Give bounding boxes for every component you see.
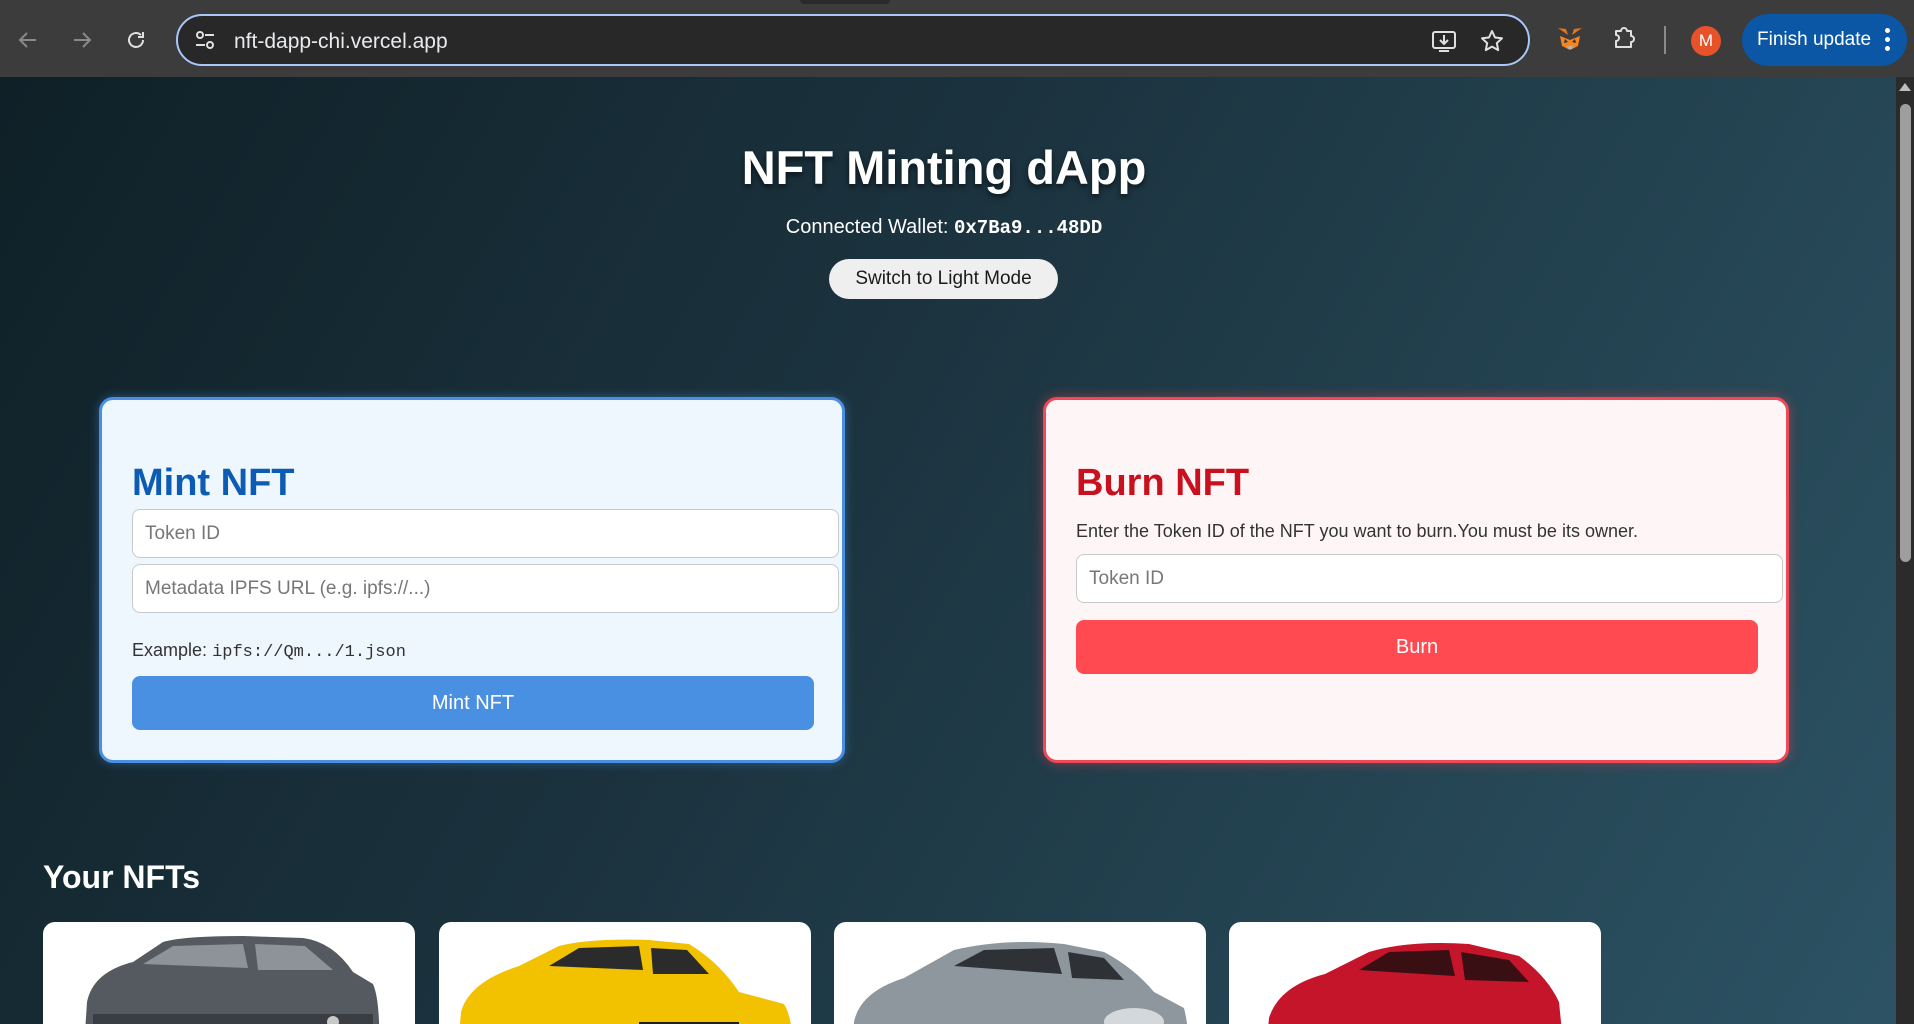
url-text[interactable]: nft-dapp-chi.vercel.app bbox=[234, 30, 448, 54]
nft-card[interactable] bbox=[834, 922, 1206, 1024]
burn-description: Enter the Token ID of the NFT you want t… bbox=[1076, 521, 1638, 541]
yellow-sports-suv-car-image bbox=[460, 939, 791, 1024]
scrollbar-thumb[interactable] bbox=[1900, 104, 1911, 562]
back-icon[interactable] bbox=[8, 20, 48, 60]
nft-card[interactable] bbox=[1229, 922, 1601, 1024]
wallet-label: Connected Wallet: bbox=[785, 216, 949, 238]
metadata-example: Example: ipfs://Qm.../1.json bbox=[132, 640, 406, 662]
burn-button[interactable]: Burn bbox=[1076, 620, 1758, 674]
extensions-puzzle-icon[interactable] bbox=[1608, 22, 1640, 54]
site-info-icon[interactable] bbox=[192, 27, 218, 53]
forward-icon[interactable] bbox=[62, 20, 102, 60]
wallet-address: 0x7Ba9...48DD bbox=[954, 217, 1103, 239]
example-value: ipfs://Qm.../1.json bbox=[212, 643, 406, 662]
browser-toolbar: nft-dapp-chi.vercel.app M Finish update bbox=[0, 0, 1914, 77]
mint-nft-card: Mint NFT Example: ipfs://Qm.../1.json Mi… bbox=[99, 397, 845, 763]
address-bar[interactable]: nft-dapp-chi.vercel.app bbox=[176, 14, 1530, 66]
mint-nft-button[interactable]: Mint NFT bbox=[132, 676, 814, 730]
nft-card[interactable] bbox=[439, 922, 811, 1024]
kebab-menu-icon[interactable] bbox=[1885, 28, 1891, 52]
mint-token-id-input[interactable] bbox=[132, 509, 839, 558]
install-app-icon[interactable] bbox=[1430, 27, 1458, 55]
page-title: NFT Minting dApp bbox=[741, 141, 1147, 194]
nft-card[interactable] bbox=[43, 922, 415, 1024]
page-scrollbar[interactable] bbox=[1896, 77, 1914, 1024]
burn-token-id-input[interactable] bbox=[1076, 554, 1783, 603]
scroll-up-arrow-icon[interactable] bbox=[1899, 83, 1911, 91]
finish-update-label: Finish update bbox=[1757, 29, 1872, 50]
bookmark-star-icon[interactable] bbox=[1478, 27, 1506, 55]
your-nfts-heading: Your NFTs bbox=[43, 859, 201, 895]
silver-sports-car-image bbox=[853, 942, 1187, 1024]
finish-update-button[interactable]: Finish update bbox=[1742, 14, 1907, 66]
example-label: Example: bbox=[132, 640, 208, 660]
tab-strip-edge bbox=[800, 0, 890, 4]
reload-icon[interactable] bbox=[116, 20, 156, 60]
mint-card-title: Mint NFT bbox=[132, 462, 295, 504]
burn-nft-card: Burn NFT Enter the Token ID of the NFT y… bbox=[1043, 397, 1789, 763]
metamask-fox-icon[interactable] bbox=[1554, 22, 1586, 54]
profile-avatar[interactable]: M bbox=[1691, 26, 1721, 56]
grey-suv-car-image bbox=[85, 936, 380, 1024]
page-viewport: NFT Minting dApp Connected Wallet: 0x7Ba… bbox=[0, 77, 1896, 1024]
toolbar-divider bbox=[1664, 26, 1666, 54]
connected-wallet: Connected Wallet: 0x7Ba9...48DD bbox=[0, 216, 1888, 239]
red-supercar-image bbox=[1268, 943, 1562, 1024]
metadata-url-input[interactable] bbox=[132, 564, 839, 613]
theme-toggle-button[interactable]: Switch to Light Mode bbox=[829, 259, 1058, 299]
burn-card-title: Burn NFT bbox=[1076, 462, 1250, 504]
